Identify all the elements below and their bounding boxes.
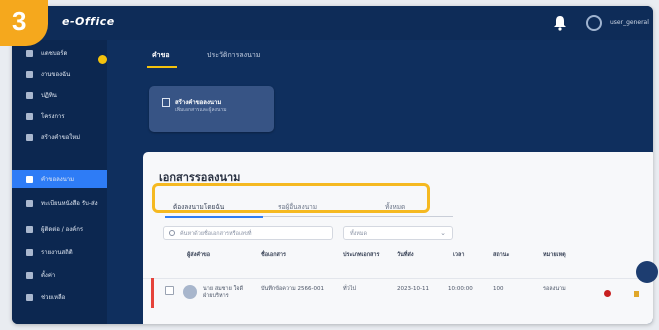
- cell-number: 100: [493, 286, 504, 292]
- registry-icon: [26, 199, 33, 207]
- copy-icon: [162, 98, 170, 107]
- notification-dot: [98, 55, 107, 64]
- sidebar-item-reports[interactable]: รายงานสถิติ: [12, 243, 107, 261]
- top-tabs: คำขอ ประวัติการลงนาม: [107, 40, 653, 70]
- contacts-icon: [26, 225, 33, 233]
- reports-icon: [26, 248, 33, 256]
- cell-status: รอลงนาม: [543, 286, 566, 292]
- cell-type: ทั่วไป: [343, 286, 356, 292]
- status-dot-icon: [604, 290, 611, 297]
- step-badge: 3: [0, 0, 48, 46]
- gear-icon: [26, 271, 33, 279]
- documents-panel: เอกสารรอลงนาม ต้องลงนามโดยฉัน รอผู้อื่นล…: [143, 152, 653, 324]
- sender-avatar: [183, 285, 197, 299]
- step-number: 3: [12, 6, 27, 36]
- top-bar: e-Office user_general: [12, 6, 653, 40]
- sidebar-item-contacts[interactable]: ผู้ติดต่อ / องค์กร: [12, 218, 107, 240]
- projects-icon: [26, 112, 33, 120]
- sidebar-item-calendar[interactable]: ปฏิทิน: [12, 86, 107, 104]
- tab-divider: [263, 216, 453, 217]
- cell-time: 10:00:00: [448, 286, 473, 292]
- tab-requests[interactable]: คำขอ: [152, 50, 170, 61]
- col-header-status[interactable]: สถานะ: [493, 252, 510, 259]
- active-tab-underline: [165, 216, 263, 218]
- tabs-highlight-box: [152, 183, 430, 213]
- dashboard-icon: [26, 49, 33, 57]
- bookmark-icon[interactable]: [634, 291, 639, 297]
- row-flag: [151, 278, 154, 308]
- col-header-sender[interactable]: ผู้ส่งคำขอ: [187, 252, 210, 259]
- new-request-icon: [26, 133, 33, 141]
- select-value: ทั้งหมด: [350, 231, 368, 237]
- card-subtitle: เพิ่มเอกสารและผู้ลงนาม: [175, 107, 227, 113]
- bell-icon[interactable]: [553, 15, 567, 31]
- calendar-icon: [26, 91, 33, 99]
- col-header-document[interactable]: ชื่อเอกสาร: [261, 252, 286, 259]
- sidebar-item-new-request[interactable]: สร้างคำขอใหม่: [12, 128, 107, 146]
- tab-history[interactable]: ประวัติการลงนาม: [207, 50, 260, 61]
- cell-document[interactable]: บันทึกข้อความ 2566-001: [261, 286, 331, 293]
- sidebar-item-my-tasks[interactable]: งานของฉัน: [12, 65, 107, 83]
- app-logo[interactable]: e-Office: [62, 15, 115, 28]
- sidebar-item-projects[interactable]: โครงการ: [12, 107, 107, 125]
- active-tab-indicator: [147, 66, 177, 68]
- search-input[interactable]: ค้นหาด้วยชื่อเอกสารหรือเลขที่: [163, 226, 333, 240]
- cell-date: 2023-10-11: [397, 286, 429, 292]
- user-name[interactable]: user_general: [610, 19, 649, 26]
- col-header-time[interactable]: เวลา: [453, 252, 464, 259]
- user-avatar[interactable]: [586, 15, 602, 31]
- help-icon: [26, 293, 33, 301]
- chevron-down-icon: ⌄: [440, 229, 446, 237]
- sidebar-item-help[interactable]: ช่วยเหลือ: [12, 288, 107, 306]
- col-header-type[interactable]: ประเภทเอกสาร: [343, 252, 383, 259]
- col-header-date[interactable]: วันที่ส่ง: [397, 252, 427, 259]
- sidebar-item-sign-requests[interactable]: คำขอลงนาม: [12, 170, 107, 188]
- status-select[interactable]: ทั้งหมด ⌄: [343, 226, 453, 240]
- main-content: คำขอ ประวัติการลงนาม สร้างคำขอลงนาม เพิ่…: [107, 40, 653, 324]
- col-header-note[interactable]: หมายเหตุ: [543, 252, 566, 259]
- search-placeholder: ค้นหาด้วยชื่อเอกสารหรือเลขที่: [180, 231, 252, 237]
- sidebar: แดชบอร์ด งานของฉัน ปฏิทิน โครงการ สร้างค…: [12, 40, 107, 324]
- tasks-icon: [26, 70, 33, 78]
- cell-sender: นาย สมชาย ใจดี ฝ่ายบริหาร: [203, 286, 244, 299]
- create-request-card[interactable]: สร้างคำขอลงนาม เพิ่มเอกสารและผู้ลงนาม: [149, 86, 274, 132]
- sidebar-item-dashboard[interactable]: แดชบอร์ด: [12, 44, 107, 62]
- sidebar-item-settings[interactable]: ตั้งค่า: [12, 266, 107, 284]
- document-icon: [26, 175, 33, 183]
- row-checkbox[interactable]: [165, 286, 174, 295]
- chat-fab-button[interactable]: [636, 261, 658, 283]
- app-window: e-Office user_general แดชบอร์ด งานของฉัน…: [12, 6, 653, 324]
- search-icon: [169, 230, 175, 236]
- sidebar-item-registry[interactable]: ทะเบียนหนังสือ รับ-ส่ง: [12, 192, 107, 214]
